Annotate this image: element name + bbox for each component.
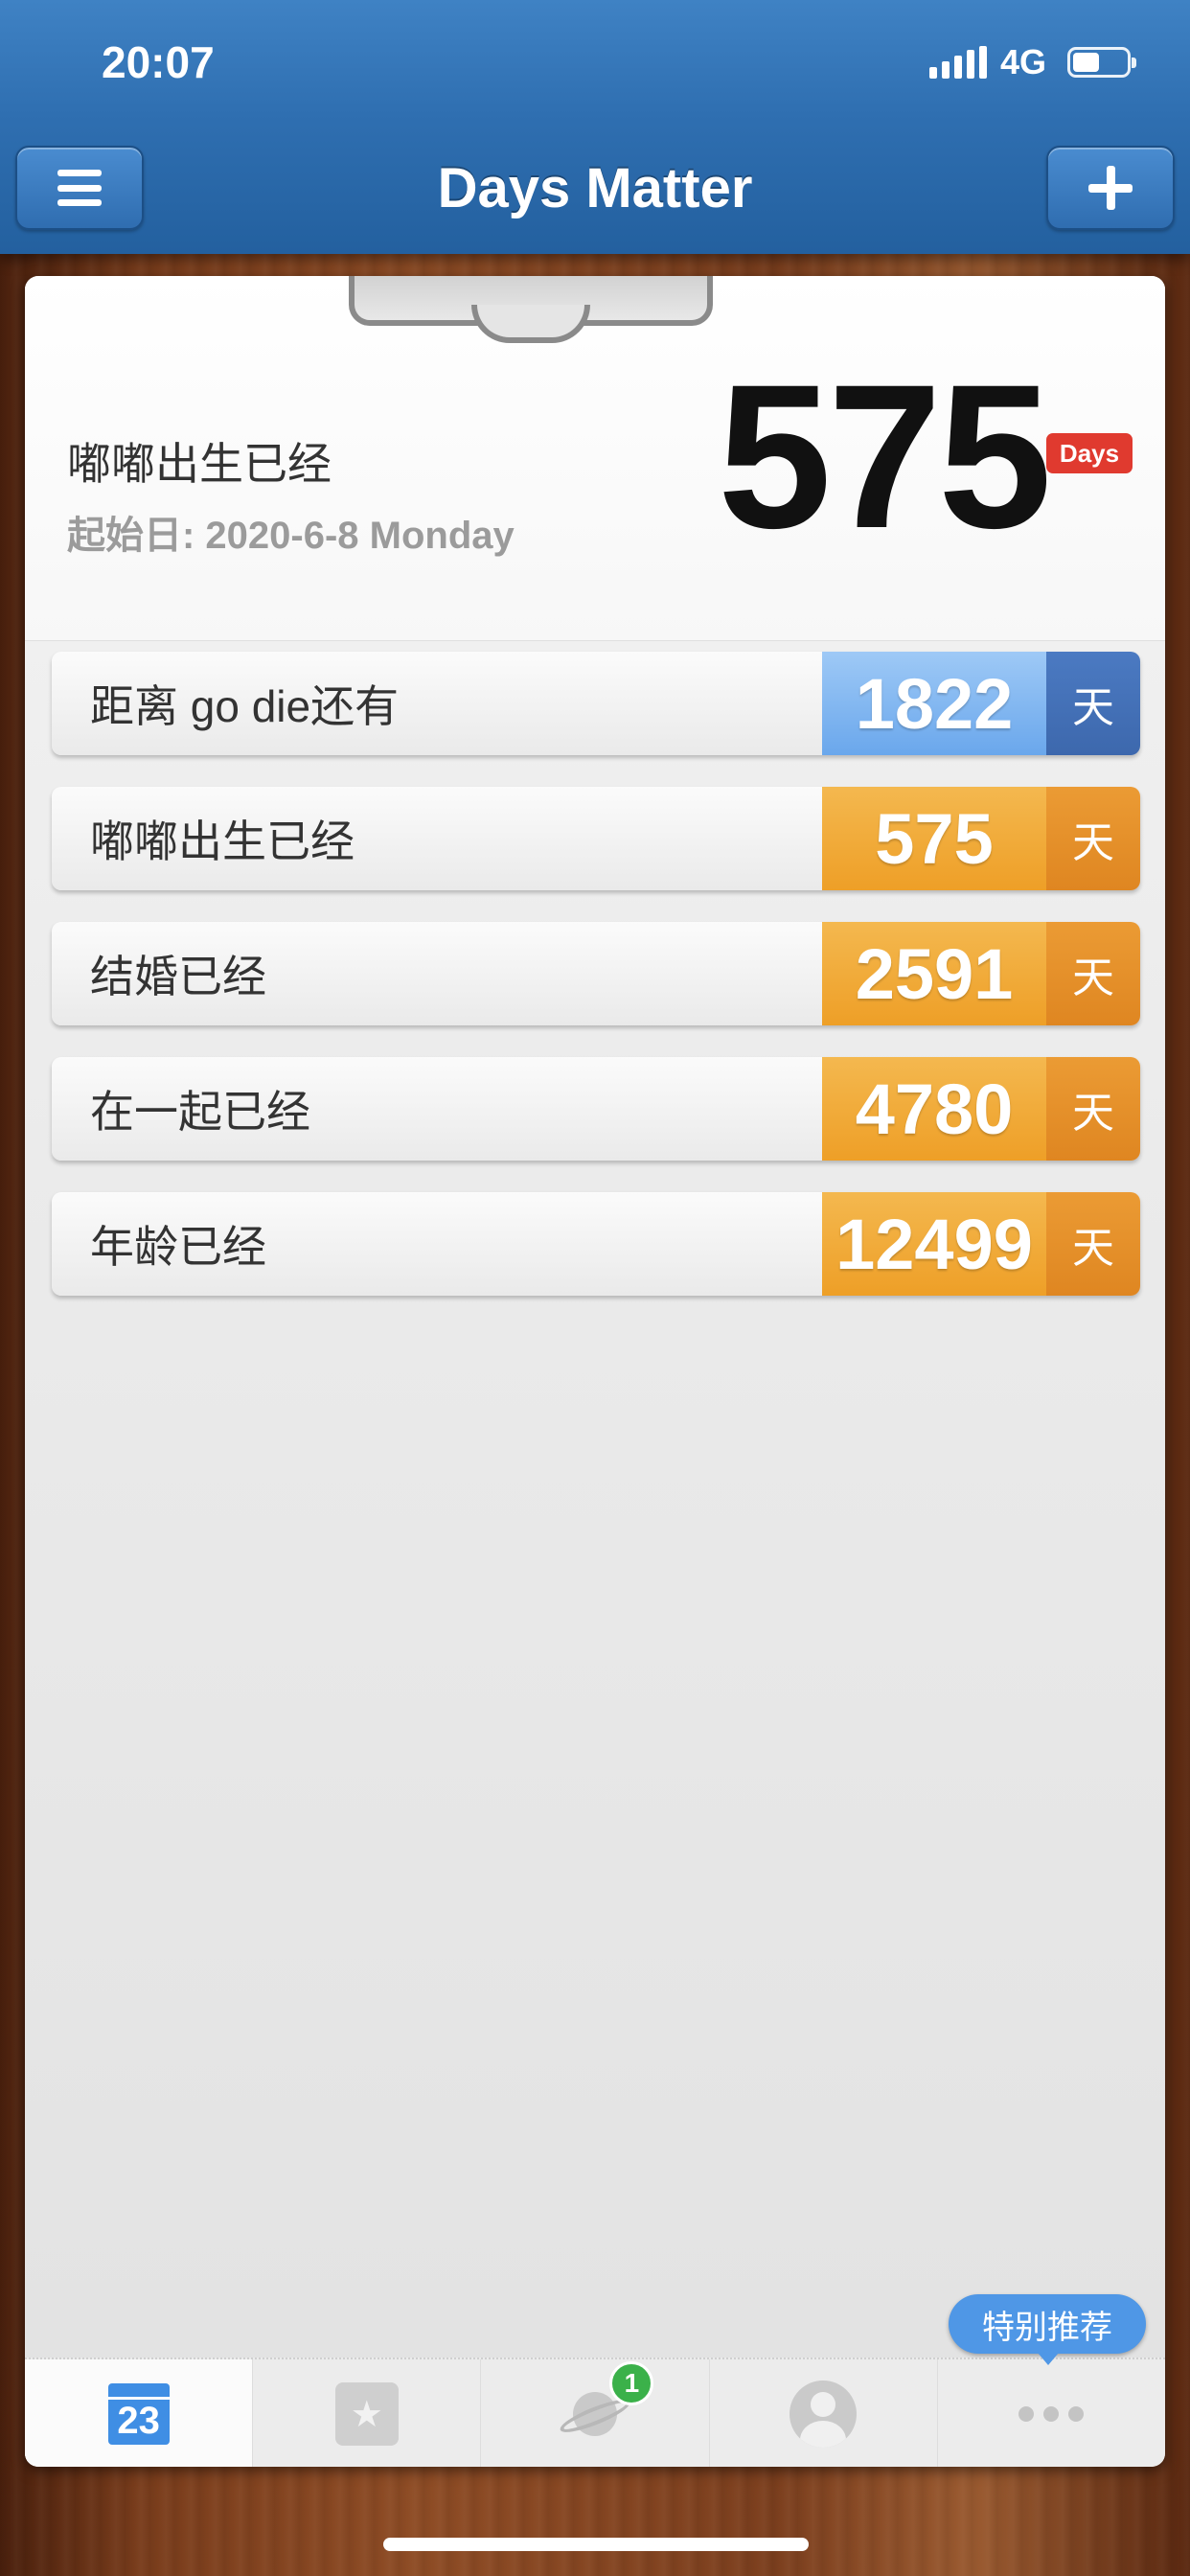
event-row[interactable]: 嘟嘟出生已经 575 天 — [52, 787, 1140, 890]
tab-more[interactable] — [938, 2359, 1165, 2467]
tab-collections[interactable]: ★ — [253, 2359, 482, 2467]
calendar-icon: 23 — [107, 2383, 170, 2445]
event-unit: 天 — [1046, 922, 1140, 1025]
event-row[interactable]: 年龄已经 12499 天 — [52, 1192, 1140, 1296]
add-event-button[interactable] — [1046, 146, 1175, 230]
tab-discover[interactable]: 1 — [481, 2359, 710, 2467]
event-unit: 天 — [1046, 787, 1140, 890]
signal-icon — [928, 46, 987, 79]
event-label: 在一起已经 — [52, 1057, 822, 1161]
page-title: Days Matter — [437, 157, 753, 219]
star-notebook-icon: ★ — [334, 2382, 399, 2446]
event-label: 年龄已经 — [52, 1192, 822, 1296]
event-count: 2591 — [822, 922, 1046, 1025]
status-time: 20:07 — [102, 37, 215, 87]
event-label: 结婚已经 — [52, 922, 822, 1025]
home-indicator[interactable] — [383, 2538, 809, 2551]
featured-event-count: 575 — [717, 342, 1052, 571]
featured-event-start-date: 起始日: 2020-6-8 Monday — [67, 515, 515, 557]
notification-badge: 1 — [609, 2361, 654, 2405]
event-unit: 天 — [1046, 1057, 1140, 1161]
user-icon — [790, 2380, 858, 2448]
days-badge: Days — [1046, 433, 1133, 473]
featured-event[interactable]: 嘟嘟出生已经 起始日: 2020-6-8 Monday 575 Days — [25, 276, 1165, 641]
event-count: 12499 — [822, 1192, 1046, 1296]
battery-icon — [1067, 47, 1136, 78]
recommend-bubble[interactable]: 特别推荐 — [949, 2294, 1146, 2365]
event-count: 4780 — [822, 1057, 1046, 1161]
event-count: 1822 — [822, 652, 1046, 755]
clipboard-card: 嘟嘟出生已经 起始日: 2020-6-8 Monday 575 Days 距离 … — [25, 276, 1165, 2467]
plus-icon — [1088, 166, 1133, 210]
tab-profile[interactable] — [710, 2359, 938, 2467]
network-type: 4G — [999, 42, 1046, 81]
more-dots-icon — [1018, 2406, 1085, 2422]
event-row[interactable]: 结婚已经 2591 天 — [52, 922, 1140, 1025]
event-unit: 天 — [1046, 652, 1140, 755]
tab-days[interactable]: 23 — [25, 2359, 254, 2467]
featured-event-title: 嘟嘟出生已经 — [67, 439, 332, 489]
bottom-tab-bar: 23 ★ 1 — [25, 2358, 1165, 2467]
event-unit: 天 — [1046, 1192, 1140, 1296]
event-count: 575 — [822, 787, 1046, 890]
event-label: 嘟嘟出生已经 — [52, 787, 822, 890]
status-icons: 4G — [928, 38, 1136, 86]
event-label: 距离 go die还有 — [52, 652, 822, 755]
top-navigation-bar: 20:07 4G Days Matter — [0, 0, 1190, 254]
event-row[interactable]: 在一起已经 4780 天 — [52, 1057, 1140, 1161]
event-row[interactable]: 距离 go die还有 1822 天 — [52, 652, 1140, 755]
